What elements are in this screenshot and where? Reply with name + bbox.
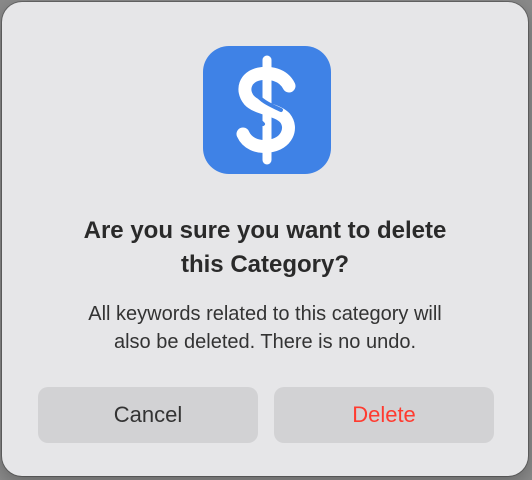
dollar-sign-icon	[203, 46, 331, 174]
cancel-button[interactable]: Cancel	[38, 387, 258, 443]
cancel-button-label: Cancel	[113, 402, 183, 427]
dialog-title: Are you sure you want to delete this Cat…	[32, 214, 498, 282]
dialog-title-line-2: this Category?	[180, 251, 350, 278]
dialog-message: All keywords related to this category wi…	[32, 300, 498, 356]
delete-button[interactable]: Delete	[274, 387, 494, 443]
dialog-message-line-1: All keywords related to this category wi…	[88, 303, 442, 325]
dialog-message-line-2: also be deleted. There is no undo.	[113, 331, 417, 353]
delete-confirmation-dialog: Are you sure you want to delete this Cat…	[2, 2, 528, 476]
dialog-title-line-1: Are you sure you want to delete	[83, 217, 447, 244]
delete-button-label: Delete	[352, 402, 416, 427]
